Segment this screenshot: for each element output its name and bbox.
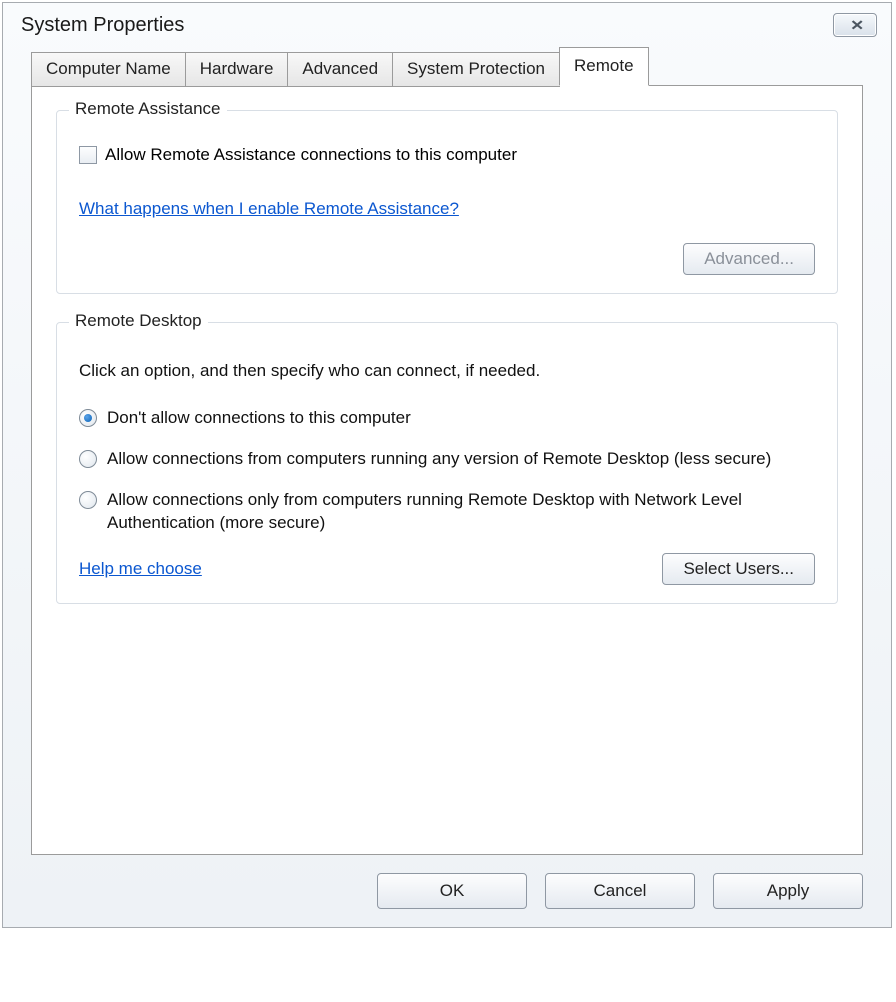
remote-assistance-advanced-button[interactable]: Advanced... [683,243,815,275]
window-title: System Properties [21,14,184,37]
help-me-choose-link[interactable]: Help me choose [79,559,202,579]
remote-assistance-help-link[interactable]: What happens when I enable Remote Assist… [79,199,459,219]
titlebar: System Properties ✕ [3,3,891,47]
tab-panel-remote: Remote Assistance Allow Remote Assistanc… [31,85,863,855]
apply-button[interactable]: Apply [713,873,863,909]
tab-advanced[interactable]: Advanced [287,52,393,87]
tab-strip: Computer Name Hardware Advanced System P… [31,47,863,86]
allow-remote-assistance-row: Allow Remote Assistance connections to t… [79,145,815,165]
radio-option-any-version: Allow connections from computers running… [79,448,815,471]
remote-desktop-description: Click an option, and then specify who ca… [79,361,815,381]
allow-remote-assistance-label: Allow Remote Assistance connections to t… [105,145,517,165]
group-remote-desktop-legend: Remote Desktop [69,311,208,331]
radio-dont-allow-label: Don't allow connections to this computer [107,407,411,430]
group-remote-assistance-legend: Remote Assistance [69,99,227,119]
close-button[interactable]: ✕ [833,13,877,37]
close-icon: ✕ [850,17,860,34]
tab-area: Computer Name Hardware Advanced System P… [31,47,863,855]
select-users-button[interactable]: Select Users... [662,553,815,585]
tab-remote[interactable]: Remote [559,47,649,86]
dialog-button-row: OK Cancel Apply [3,873,863,909]
radio-any-version-label: Allow connections from computers running… [107,448,771,471]
allow-remote-assistance-checkbox[interactable] [79,146,97,164]
tab-system-protection[interactable]: System Protection [392,52,560,87]
remote-desktop-bottom-row: Help me choose Select Users... [79,553,815,585]
radio-option-nla: Allow connections only from computers ru… [79,489,815,535]
remote-assistance-button-row: Advanced... [79,243,815,275]
radio-any-version[interactable] [79,450,97,468]
radio-nla[interactable] [79,491,97,509]
tab-computer-name[interactable]: Computer Name [31,52,186,87]
tab-hardware[interactable]: Hardware [185,52,289,87]
ok-button[interactable]: OK [377,873,527,909]
cancel-button[interactable]: Cancel [545,873,695,909]
system-properties-window: System Properties ✕ Computer Name Hardwa… [2,2,892,928]
group-remote-desktop: Remote Desktop Click an option, and then… [56,322,838,604]
radio-nla-label: Allow connections only from computers ru… [107,489,815,535]
group-remote-assistance: Remote Assistance Allow Remote Assistanc… [56,110,838,294]
radio-dont-allow[interactable] [79,409,97,427]
radio-option-dont-allow: Don't allow connections to this computer [79,407,815,430]
